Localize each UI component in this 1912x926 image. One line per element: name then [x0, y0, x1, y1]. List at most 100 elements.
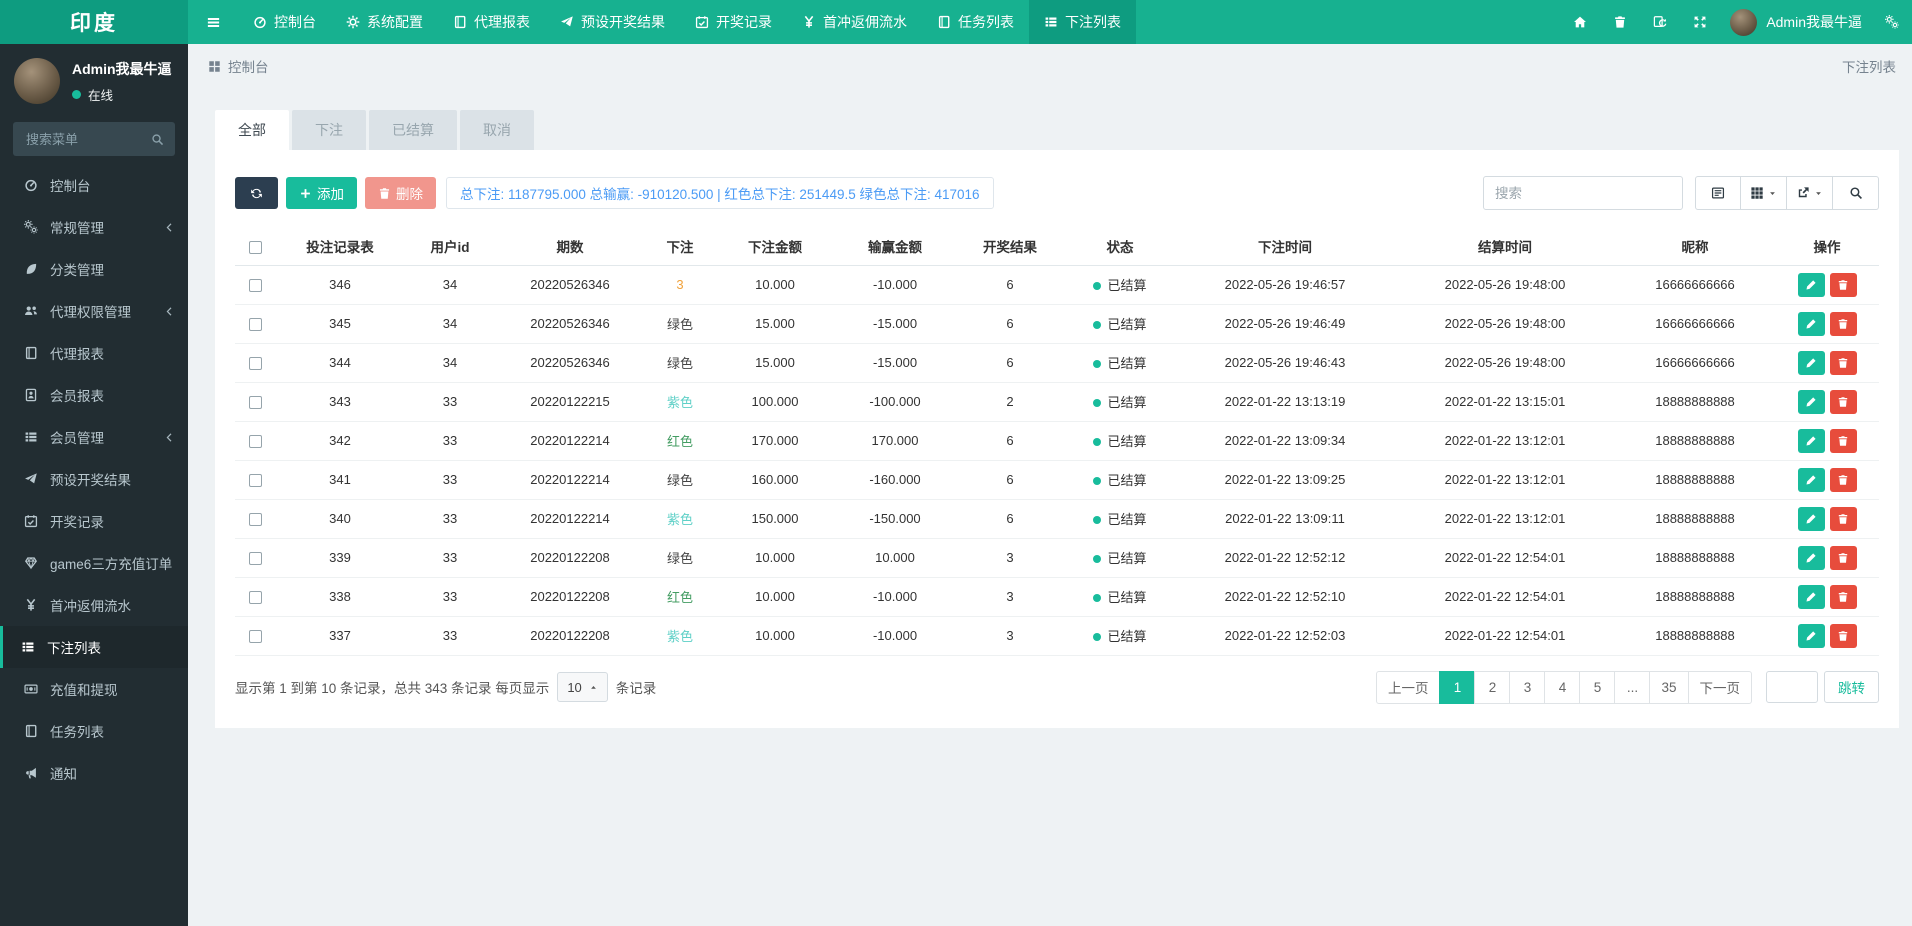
page-number-button[interactable]: 2: [1474, 670, 1511, 704]
refresh-button[interactable]: [235, 177, 278, 209]
row-checkbox[interactable]: [248, 435, 262, 449]
delete-row-button[interactable]: [1829, 272, 1857, 297]
column-header[interactable]: 下注金额: [715, 228, 835, 266]
column-header[interactable]: 用户id: [405, 228, 495, 266]
sidebar-item[interactable]: game6三方充值订单: [0, 542, 188, 584]
delete-button[interactable]: 删除: [365, 177, 436, 209]
row-checkbox[interactable]: [248, 474, 262, 488]
row-checkbox[interactable]: [248, 279, 262, 293]
filter-tab[interactable]: 全部: [215, 110, 289, 150]
top-nav-item[interactable]: 首冲返佣流水: [787, 0, 922, 44]
top-nav-item[interactable]: 控制台: [238, 0, 331, 44]
sidebar-item[interactable]: 预设开奖结果: [0, 458, 188, 500]
breadcrumb-left[interactable]: 控制台: [228, 56, 269, 76]
sidebar-item[interactable]: 常规管理: [0, 206, 188, 248]
edit-row-button[interactable]: [1797, 350, 1825, 375]
sidebar-item[interactable]: 首冲返佣流水: [0, 584, 188, 626]
settings-button[interactable]: [1872, 0, 1912, 44]
user-menu[interactable]: Admin我最牛逼: [1720, 0, 1872, 44]
columns-button[interactable]: [1741, 176, 1787, 210]
sidebar-item[interactable]: 会员报表: [0, 374, 188, 416]
page-number-button[interactable]: 3: [1509, 670, 1546, 704]
filter-tab[interactable]: 下注: [292, 110, 366, 150]
top-nav-item[interactable]: 预设开奖结果: [545, 0, 680, 44]
toggle-view-button[interactable]: [1695, 176, 1741, 210]
page-number-button[interactable]: ...: [1614, 670, 1651, 704]
online-status[interactable]: 在线: [72, 85, 172, 104]
column-header[interactable]: 投注记录表: [275, 228, 405, 266]
delete-row-button[interactable]: [1829, 389, 1857, 414]
page-size-select[interactable]: 10: [557, 672, 608, 702]
select-all-checkbox[interactable]: [248, 240, 262, 254]
edit-row-button[interactable]: [1797, 311, 1825, 336]
top-nav-item[interactable]: 代理报表: [438, 0, 545, 44]
top-nav-item[interactable]: 下注列表: [1029, 0, 1136, 44]
search-icon[interactable]: [151, 133, 164, 146]
delete-row-button[interactable]: [1829, 623, 1857, 648]
prev-page-button[interactable]: 上一页: [1375, 670, 1441, 704]
top-nav-item[interactable]: 任务列表: [922, 0, 1029, 44]
column-header[interactable]: 下注时间: [1175, 228, 1395, 266]
edit-row-button[interactable]: [1797, 428, 1825, 453]
delete-row-button[interactable]: [1829, 545, 1857, 570]
navbar-action-button[interactable]: [1560, 0, 1600, 44]
sidebar-item[interactable]: 控制台: [0, 164, 188, 206]
column-header[interactable]: 状态: [1065, 228, 1175, 266]
search-toggle-button[interactable]: [1833, 176, 1879, 210]
table-search-input[interactable]: [1483, 176, 1683, 210]
row-checkbox[interactable]: [248, 591, 262, 605]
next-page-button[interactable]: 下一页: [1687, 670, 1752, 704]
edit-row-button[interactable]: [1797, 545, 1825, 570]
page-number-button[interactable]: 1: [1439, 670, 1476, 704]
sidebar-search-input[interactable]: [24, 130, 151, 148]
filter-tab[interactable]: 取消: [460, 110, 534, 150]
navbar-action-button[interactable]: [1640, 0, 1680, 44]
edit-row-button[interactable]: [1797, 389, 1825, 414]
edit-row-button[interactable]: [1797, 467, 1825, 492]
column-header[interactable]: 输赢金额: [835, 228, 955, 266]
top-nav-item[interactable]: 系统配置: [331, 0, 438, 44]
column-header[interactable]: 昵称: [1615, 228, 1775, 266]
column-header[interactable]: 结算时间: [1395, 228, 1615, 266]
delete-row-button[interactable]: [1829, 311, 1857, 336]
row-checkbox[interactable]: [248, 513, 262, 527]
sidebar-toggle-button[interactable]: [188, 0, 238, 44]
column-header[interactable]: 开奖结果: [955, 228, 1065, 266]
delete-row-button[interactable]: [1829, 428, 1857, 453]
row-checkbox[interactable]: [248, 396, 262, 410]
column-header[interactable]: 下注: [645, 228, 715, 266]
row-checkbox[interactable]: [248, 357, 262, 371]
delete-row-button[interactable]: [1829, 467, 1857, 492]
sidebar-item[interactable]: 代理报表: [0, 332, 188, 374]
sidebar-item[interactable]: 代理权限管理: [0, 290, 188, 332]
sidebar-item[interactable]: 下注列表: [0, 626, 188, 668]
edit-row-button[interactable]: [1797, 623, 1825, 648]
jump-page-input[interactable]: [1766, 671, 1818, 703]
sidebar-item[interactable]: 任务列表: [0, 710, 188, 752]
navbar-action-button[interactable]: [1600, 0, 1640, 44]
top-nav-item[interactable]: 开奖记录: [680, 0, 787, 44]
export-button[interactable]: [1787, 176, 1833, 210]
delete-row-button[interactable]: [1829, 506, 1857, 531]
page-number-button[interactable]: 4: [1544, 670, 1581, 704]
column-header[interactable]: 期数: [495, 228, 645, 266]
filter-tab[interactable]: 已结算: [369, 110, 457, 150]
edit-row-button[interactable]: [1797, 584, 1825, 609]
sidebar-item[interactable]: 会员管理: [0, 416, 188, 458]
brand-logo[interactable]: 印度: [0, 0, 188, 44]
page-number-button[interactable]: 5: [1579, 670, 1616, 704]
column-header[interactable]: 操作: [1775, 228, 1879, 266]
navbar-action-button[interactable]: [1680, 0, 1720, 44]
sidebar-item[interactable]: 分类管理: [0, 248, 188, 290]
delete-row-button[interactable]: [1829, 350, 1857, 375]
sidebar-item[interactable]: 开奖记录: [0, 500, 188, 542]
sidebar-item[interactable]: 充值和提现: [0, 668, 188, 710]
jump-button[interactable]: 跳转: [1824, 671, 1879, 703]
add-button[interactable]: 添加: [286, 177, 357, 209]
edit-row-button[interactable]: [1797, 506, 1825, 531]
edit-row-button[interactable]: [1797, 272, 1825, 297]
delete-row-button[interactable]: [1829, 584, 1857, 609]
row-checkbox[interactable]: [248, 318, 262, 332]
page-number-button[interactable]: 35: [1649, 670, 1689, 704]
row-checkbox[interactable]: [248, 552, 262, 566]
